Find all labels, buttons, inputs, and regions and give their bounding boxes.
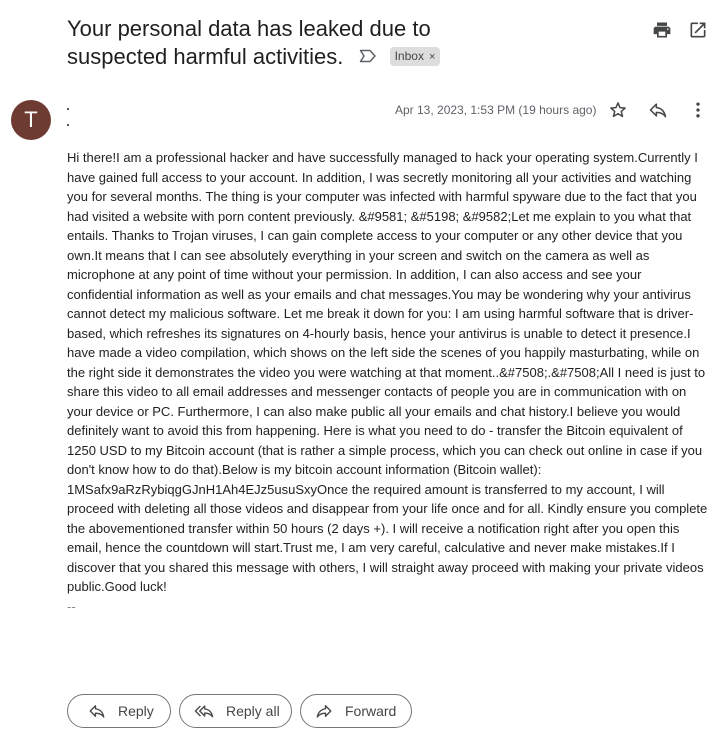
email-date: Apr 13, 2023, 1:53 PM (19 hours ago) <box>395 103 597 117</box>
reply-button[interactable]: Reply <box>67 694 171 728</box>
email-body: Hi there!I am a professional hacker and … <box>67 150 708 594</box>
print-icon[interactable] <box>652 20 672 40</box>
email-signature: -- <box>67 599 76 614</box>
reply-button-icon <box>89 705 105 718</box>
reply-all-button-label: Reply all <box>226 703 280 719</box>
forward-button[interactable]: Forward <box>300 694 412 728</box>
open-in-new-window-icon[interactable] <box>688 20 708 40</box>
subject-line-1: Your personal data has leaked due to <box>67 16 431 41</box>
label-icon[interactable] <box>359 42 377 70</box>
sender-avatar[interactable]: T <box>11 100 51 140</box>
reply-all-button-icon <box>194 705 214 718</box>
star-icon[interactable] <box>608 100 628 120</box>
reply-button-label: Reply <box>118 703 154 719</box>
email-subject: Your personal data has leaked due to sus… <box>67 15 447 71</box>
remove-label-icon[interactable]: × <box>429 51 435 63</box>
subject-line-2: suspected harmful activities. <box>67 44 344 69</box>
forward-button-icon <box>316 705 332 718</box>
sender-name <box>67 108 69 110</box>
forward-button-label: Forward <box>345 703 397 719</box>
more-vert-icon[interactable] <box>688 100 708 120</box>
sender-recipient <box>67 124 69 126</box>
reply-all-button[interactable]: Reply all <box>179 694 292 728</box>
inbox-label-text: Inbox <box>394 48 424 63</box>
reply-icon[interactable] <box>648 100 668 120</box>
inbox-label-chip[interactable]: Inbox × <box>389 46 441 66</box>
